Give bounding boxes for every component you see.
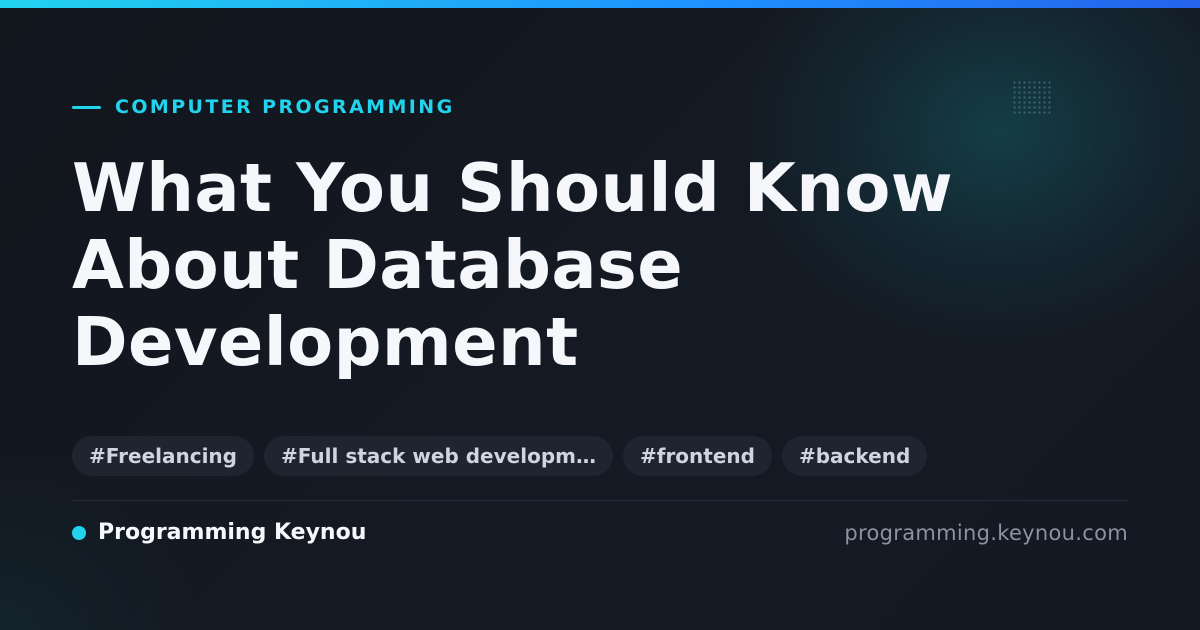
top-accent-bar bbox=[0, 0, 1200, 8]
divider bbox=[72, 500, 1129, 501]
tag-frontend[interactable]: #frontend bbox=[622, 436, 772, 476]
site-url: programming.keynou.com bbox=[844, 521, 1128, 545]
brand-dot-icon bbox=[72, 525, 86, 540]
brand: Programming Keynou bbox=[72, 520, 366, 545]
tag-full-stack[interactable]: #Full stack web developm… bbox=[264, 436, 613, 476]
page-title: What You Should Know About Database Deve… bbox=[72, 149, 954, 381]
tag-freelancing[interactable]: #Freelancing bbox=[72, 436, 254, 476]
tag-list: #Freelancing #Full stack web developm… #… bbox=[72, 436, 928, 476]
tag-backend[interactable]: #backend bbox=[781, 436, 928, 476]
category-text: COMPUTER PROGRAMMING bbox=[115, 96, 455, 118]
category-label: COMPUTER PROGRAMMING bbox=[72, 96, 455, 118]
decorative-dot-grid bbox=[1012, 80, 1052, 116]
brand-name: Programming Keynou bbox=[98, 520, 367, 545]
category-dash-icon bbox=[72, 105, 101, 109]
